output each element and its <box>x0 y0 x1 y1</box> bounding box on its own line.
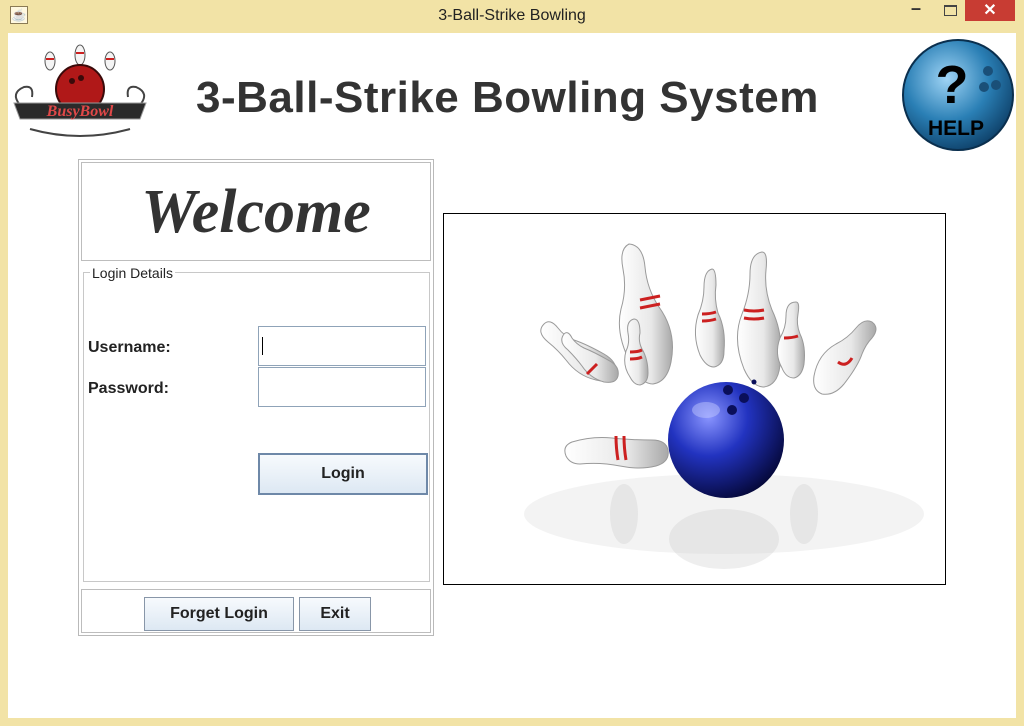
maximize-button[interactable] <box>936 0 964 20</box>
forget-login-button[interactable]: Forget Login <box>144 597 294 631</box>
main-window: BusyBowl 3-Ball-Strike Bowling System ? … <box>8 33 1016 718</box>
bowling-strike-illustration <box>524 243 924 569</box>
username-label: Username: <box>88 339 171 356</box>
login-details-title: Login Details <box>90 265 175 281</box>
exit-button[interactable]: Exit <box>299 597 371 631</box>
busybowl-logo: BusyBowl <box>13 44 147 137</box>
help-label: HELP <box>928 117 984 140</box>
bowling-image <box>443 213 946 585</box>
bottom-actions: Forget Login Exit <box>81 589 431 633</box>
welcome-text: Welcome <box>141 178 371 246</box>
minimize-button[interactable]: – <box>904 0 928 20</box>
password-input[interactable] <box>258 367 426 407</box>
close-button[interactable]: ✕ <box>965 0 1015 21</box>
help-question-icon: ? <box>936 55 969 115</box>
title-bar: ☕ 3-Ball-Strike Bowling – ✕ <box>0 0 1024 32</box>
password-label: Password: <box>88 380 169 397</box>
username-input[interactable] <box>258 326 426 366</box>
login-panel: Welcome Login Details Username: Password… <box>78 159 434 636</box>
welcome-banner: Welcome <box>81 162 431 261</box>
logo-text: BusyBowl <box>46 103 114 120</box>
maximize-icon <box>944 5 957 16</box>
login-button[interactable]: Login <box>258 453 428 495</box>
login-details-group: Login Details Username: Password: Login <box>83 265 430 582</box>
app-title: 3-Ball-Strike Bowling System <box>196 73 819 122</box>
window-title: 3-Ball-Strike Bowling <box>438 7 586 24</box>
text-cursor <box>262 337 263 355</box>
close-icon: ✕ <box>983 2 997 19</box>
help-button[interactable]: ? HELP <box>900 37 1016 153</box>
minimize-icon: – <box>910 0 921 18</box>
